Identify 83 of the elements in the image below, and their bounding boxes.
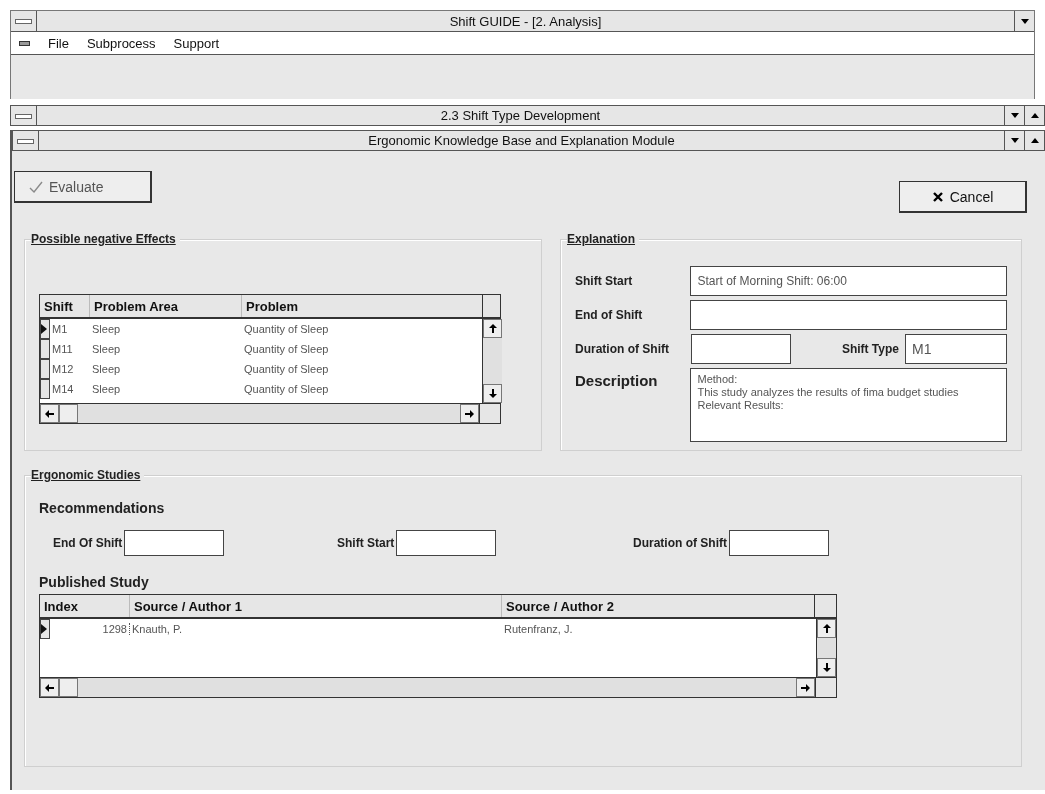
table-cell-text: M11 [51, 343, 74, 355]
triangle-down-icon [1010, 113, 1019, 118]
triangle-up-icon [1030, 113, 1039, 118]
table-cell: 1298 [50, 623, 130, 635]
scroll-right-button[interactable] [796, 678, 815, 697]
column-header[interactable]: Shift [40, 295, 90, 317]
scroll-thumb[interactable] [59, 404, 78, 423]
column-header[interactable]: Problem Area [90, 295, 242, 317]
document-menu-icon[interactable] [19, 40, 30, 46]
menu-item[interactable]: Subprocess [86, 35, 156, 51]
table-cell-text: Sleep [91, 323, 122, 335]
table-cell-text: M14 [51, 383, 75, 395]
record-selector[interactable] [40, 379, 50, 399]
column-header[interactable]: Index [40, 595, 130, 617]
scroll-down-button[interactable] [817, 658, 836, 677]
text-area[interactable]: Method: This study analyzes the results of fima budget studies Relevant Results: [690, 368, 1007, 442]
input-field[interactable]: Start of Morning Shift: 06:00 [690, 266, 1007, 296]
table-cell-text: Quantity of Sleep [243, 323, 330, 335]
scroll-left-button[interactable] [40, 404, 59, 423]
field-label: Duration of Shift [575, 342, 670, 356]
input-field[interactable] [691, 334, 791, 364]
record-selector[interactable] [40, 619, 50, 639]
field-label: Shift Start [337, 536, 395, 550]
scroll-right-button[interactable] [460, 404, 479, 423]
group-title: Ergonomic Studies [31, 468, 145, 482]
field-label: Shift Type [841, 342, 899, 356]
arrow-up-icon [488, 324, 497, 333]
table-cell-text: M1 [51, 323, 69, 335]
triangle-up-icon [1030, 138, 1039, 143]
triangle-down-icon [1010, 138, 1019, 143]
evaluate-button[interactable]: Evaluate [14, 171, 152, 203]
menu-item[interactable]: Support [173, 35, 220, 51]
arrow-left-icon [45, 683, 54, 692]
table-cell-text: M12 [51, 363, 75, 375]
section-heading: Published Study [39, 574, 150, 590]
close-icon [931, 190, 944, 203]
arrow-up-icon [822, 624, 831, 633]
window-title: 2.3 Shift Type Development [439, 108, 602, 123]
field-label: Description [575, 371, 659, 389]
input-field[interactable] [690, 300, 1007, 330]
vertical-scrollbar[interactable] [816, 619, 836, 677]
window-title: Ergonomic Knowledge Base and Explanation Module [367, 133, 676, 148]
table-cell-text: Sleep [91, 343, 122, 355]
record-selector[interactable] [40, 319, 50, 339]
field-label: Shift Start [575, 274, 634, 288]
field-label: Duration of Shift [633, 536, 727, 550]
group-title: Explanation [567, 232, 639, 246]
arrow-down-icon [822, 663, 831, 672]
input-field[interactable] [729, 530, 829, 556]
record-selector[interactable] [40, 339, 50, 359]
record-selector[interactable] [40, 359, 50, 379]
input-field[interactable] [124, 530, 225, 556]
field-label: End Of Shift [53, 536, 123, 550]
window-title: Shift GUIDE - [2. Analysis] [448, 13, 603, 29]
table-cell-text: Knauth, P. [131, 623, 183, 635]
vertical-scrollbar[interactable] [482, 319, 502, 403]
table-cell-text: Quantity of Sleep [243, 363, 330, 375]
table-cell-text: Quantity of Sleep [243, 383, 330, 395]
table-cell-text: Quantity of Sleep [243, 343, 330, 355]
field-label: End of Shift [575, 308, 644, 322]
table-cell-text: Sleep [91, 363, 122, 375]
table-cell-text: Rutenfranz, J. [503, 623, 574, 635]
column-header[interactable]: Problem [242, 295, 482, 317]
group-title: Possible negative Effects [31, 232, 180, 246]
input-field[interactable]: M1 [905, 334, 1007, 364]
table-cell-text: Sleep [91, 383, 122, 395]
checkmark-icon [29, 180, 43, 193]
column-header[interactable]: Source / Author 1 [130, 595, 502, 617]
cancel-button[interactable]: Cancel [899, 181, 1027, 213]
section-heading: Recommendations [39, 500, 166, 516]
scroll-down-button[interactable] [483, 384, 502, 403]
arrow-right-icon [465, 409, 474, 418]
arrow-right-icon [801, 683, 810, 692]
column-header[interactable]: Source / Author 2 [502, 595, 814, 617]
scroll-up-button[interactable] [817, 619, 836, 638]
scroll-up-button[interactable] [483, 319, 502, 338]
arrow-down-icon [488, 389, 497, 398]
arrow-left-icon [45, 409, 54, 418]
scroll-left-button[interactable] [40, 678, 59, 697]
menu-item[interactable]: File [48, 35, 69, 51]
input-field[interactable] [396, 530, 497, 556]
triangle-down-icon [1020, 18, 1029, 24]
scroll-thumb[interactable] [59, 678, 78, 697]
